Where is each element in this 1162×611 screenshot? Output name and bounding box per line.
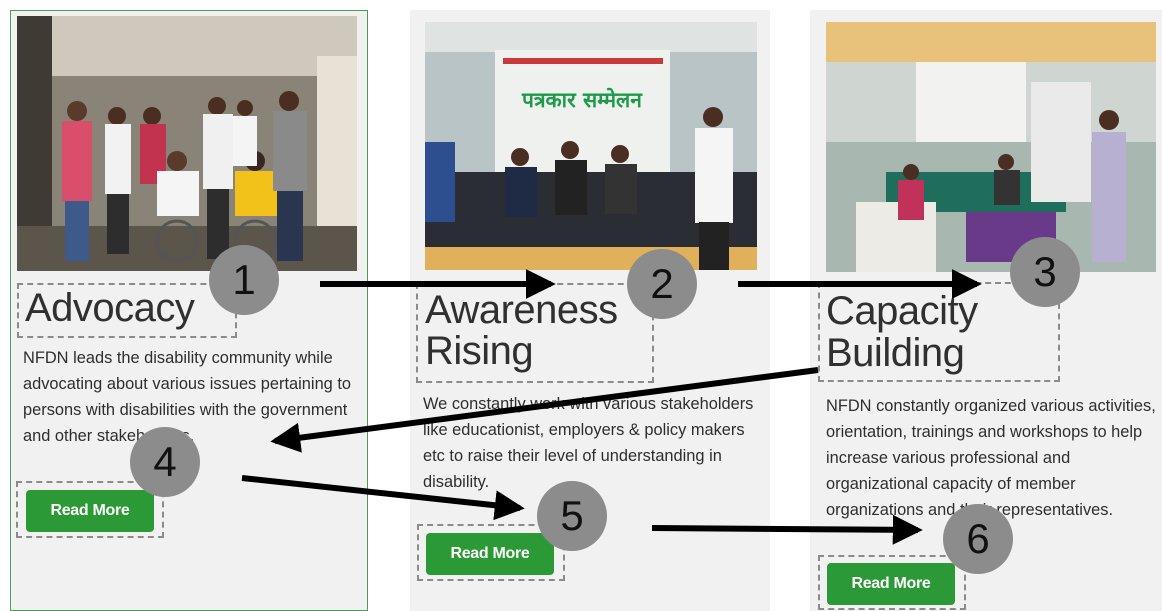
step-marker-6: 6 — [943, 504, 1013, 574]
step-marker-5: 5 — [537, 481, 607, 551]
awareness-title-line2: Rising — [425, 329, 534, 373]
capacity-title-line2: Building — [826, 331, 965, 375]
advocacy-photo — [17, 16, 357, 271]
step-marker-1: 1 — [209, 245, 279, 315]
capacity-description: NFDN constantly organized various activi… — [826, 397, 1156, 519]
capacity-title-line1: Capacity — [826, 289, 978, 333]
capacity-photo — [826, 22, 1156, 272]
step-marker-4: 4 — [130, 427, 200, 497]
awareness-title-line1: Awareness — [425, 288, 618, 332]
banner-text: पत्रकार सम्मेलन — [521, 87, 643, 112]
advocacy-read-more-button[interactable]: Read More — [26, 490, 154, 532]
step-marker-3: 3 — [1010, 237, 1080, 307]
awareness-description: We constantly work with various stakehol… — [423, 395, 754, 491]
awareness-photo: पत्रकार सम्मेलन — [425, 22, 757, 270]
step-marker-2: 2 — [627, 249, 697, 319]
advocacy-title: Advocacy — [25, 286, 195, 330]
advocacy-description: NFDN leads the disability community whil… — [23, 349, 352, 445]
awareness-read-more-button[interactable]: Read More — [426, 533, 554, 575]
capacity-read-more-button[interactable]: Read More — [827, 563, 955, 605]
